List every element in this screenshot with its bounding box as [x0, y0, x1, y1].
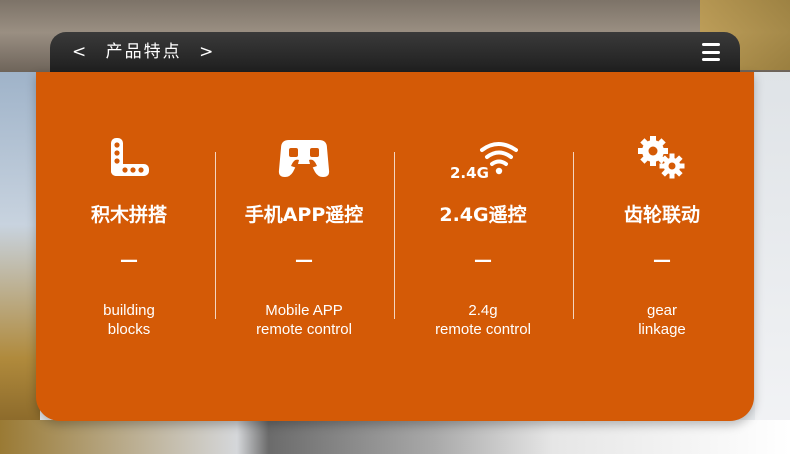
wifi-signal-icon: 2.4G	[393, 134, 573, 182]
feature-title: 2.4G遥控	[439, 204, 527, 226]
feature-mobile-app-remote: 手机APP遥控 — Mobile APP remote control	[214, 72, 394, 421]
feature-title: 手机APP遥控	[244, 204, 364, 226]
background-photo-bottom	[0, 420, 790, 454]
feature-title: 积木拼搭	[90, 204, 167, 226]
feature-description: gear linkage	[638, 302, 686, 338]
features-card: 积木拼搭 — building blocks 手机APP遥控 — Mobile …	[36, 72, 754, 421]
feature-description: Mobile APP remote control	[256, 302, 352, 338]
menu-icon[interactable]	[702, 43, 720, 61]
wifi-icon-label: 2.4G	[450, 164, 489, 180]
feature-description: building blocks	[103, 302, 155, 338]
building-blocks-icon	[39, 134, 219, 182]
section-title-text: 产品特点	[105, 42, 182, 62]
gamepad-remote-icon	[214, 134, 394, 182]
section-header-bar: < 产品特点 >	[50, 32, 740, 72]
next-arrow[interactable]: >	[199, 42, 215, 62]
feature-description: 2.4g remote control	[435, 302, 531, 338]
feature-gear-linkage: 齿轮联动 — gear linkage	[572, 72, 752, 421]
feature-24g-remote: 2.4G 2.4G遥控 — 2.4g remote control	[393, 72, 573, 421]
feature-title: 齿轮联动	[623, 204, 700, 226]
prev-arrow[interactable]: <	[72, 42, 88, 62]
feature-dash: —	[474, 250, 492, 271]
gears-icon	[572, 134, 752, 182]
background-photo-left	[0, 72, 40, 454]
feature-building-blocks: 积木拼搭 — building blocks	[39, 72, 219, 421]
feature-dash: —	[120, 250, 138, 271]
section-title: < 产品特点 >	[72, 32, 215, 72]
feature-dash: —	[295, 250, 313, 271]
background-photo-right	[755, 72, 790, 454]
feature-dash: —	[653, 250, 671, 271]
